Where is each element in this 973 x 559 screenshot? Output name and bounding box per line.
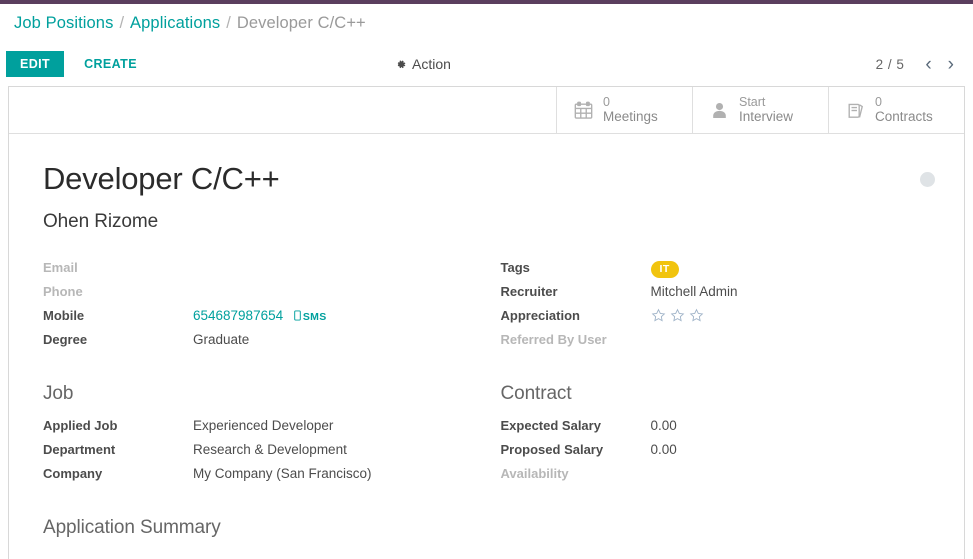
- action-label: Action: [412, 56, 451, 72]
- book-icon: [845, 100, 866, 121]
- field-label-recruiter: Recruiter: [500, 283, 558, 299]
- field-label-tags: Tags: [500, 259, 530, 275]
- breadcrumb-separator: /: [119, 13, 125, 32]
- field-label-applied-job: Applied Job: [43, 417, 118, 433]
- breadcrumb-item-job-positions[interactable]: Job Positions: [14, 14, 113, 33]
- field-value-mobile[interactable]: 654687987654: [193, 308, 283, 323]
- stat-label: Meetings: [603, 109, 658, 125]
- field-label-referred-by-user: Referred By User: [500, 331, 607, 347]
- field-row-availability: Availability: [501, 465, 919, 489]
- field-value-company[interactable]: My Company (San Francisco): [193, 465, 475, 489]
- stat-button-interview[interactable]: Start Interview: [692, 87, 828, 133]
- field-value-expected-salary[interactable]: 0.00: [651, 417, 919, 441]
- field-row-appreciation: Appreciation: [501, 307, 919, 331]
- pager: 2 / 5 ‹ ›: [876, 53, 961, 76]
- mobile-icon: [294, 310, 301, 324]
- chevron-left-icon[interactable]: ‹: [918, 53, 938, 76]
- field-row-phone: Phone: [43, 283, 475, 307]
- gear-icon: [394, 58, 407, 71]
- field-value-recruiter[interactable]: Mitchell Admin: [651, 283, 919, 307]
- stat-value: 0: [875, 95, 882, 110]
- field-value-applied-job[interactable]: Experienced Developer: [193, 417, 475, 441]
- sms-label: SMS: [302, 310, 327, 323]
- field-row-degree: Degree Graduate: [43, 331, 475, 355]
- field-value-proposed-salary[interactable]: 0.00: [651, 441, 919, 465]
- calendar-icon: [573, 100, 594, 121]
- stat-button-contracts[interactable]: 0 Contracts: [828, 87, 964, 133]
- field-label-proposed-salary: Proposed Salary: [500, 441, 604, 457]
- field-row-expected-salary: Expected Salary 0.00: [501, 417, 919, 441]
- field-row-applied-job: Applied Job Experienced Developer: [43, 417, 475, 441]
- field-label-appreciation: Appreciation: [500, 307, 580, 323]
- field-label-expected-salary: Expected Salary: [500, 417, 601, 433]
- control-panel: EDIT CREATE Action 2 / 5 ‹ ›: [0, 42, 973, 86]
- field-label-email: Email: [43, 259, 78, 275]
- application-summary-title: Application Summary: [43, 516, 221, 538]
- field-label-degree: Degree: [43, 331, 88, 347]
- job-contract-groups: Job Applied Job Experienced Developer De…: [43, 383, 930, 489]
- field-label-mobile: Mobile: [43, 307, 85, 323]
- stat-button-row: 0 Meetings Start Interview 0 Contracts: [9, 87, 964, 134]
- field-label-availability: Availability: [500, 465, 569, 481]
- contract-group-title: Contract: [500, 382, 572, 404]
- field-row-email: Email: [43, 259, 475, 283]
- kanban-state-dot-icon[interactable]: [920, 172, 935, 187]
- send-sms-button[interactable]: SMS: [294, 310, 327, 324]
- field-label-phone: Phone: [43, 283, 83, 299]
- record-sheet: 0 Meetings Start Interview 0 Contracts D…: [8, 86, 965, 559]
- breadcrumb-item-current: Developer C/C++: [236, 13, 366, 32]
- page-title: Developer C/C++: [43, 161, 280, 196]
- star-icon[interactable]: [689, 308, 704, 326]
- field-row-proposed-salary: Proposed Salary 0.00: [501, 441, 919, 465]
- field-row-referred-by-user: Referred By User: [501, 331, 919, 355]
- field-row-department: Department Research & Development: [43, 441, 475, 465]
- contract-group: Contract Expected Salary 0.00 Proposed S…: [487, 383, 931, 489]
- contact-group: Email Phone Mobile 654687987654 SMS Degr…: [43, 259, 930, 355]
- stat-label: Contracts: [875, 109, 933, 125]
- field-value-referred-by-user[interactable]: [651, 331, 919, 355]
- stat-label: Interview: [739, 109, 794, 125]
- stat-button-meetings[interactable]: 0 Meetings: [556, 87, 692, 133]
- title-block: Developer C/C++ Ohen Rizome: [43, 160, 935, 233]
- field-row-recruiter: Recruiter Mitchell Admin: [501, 283, 919, 307]
- star-icon[interactable]: [670, 308, 685, 326]
- pager-count: 2 / 5: [875, 56, 905, 72]
- job-group-title: Job: [43, 382, 74, 404]
- field-value-phone[interactable]: [193, 283, 475, 307]
- edit-button[interactable]: EDIT: [6, 50, 65, 78]
- breadcrumb: Job Positions / Applications / Developer…: [0, 4, 973, 42]
- field-row-tags: Tags IT: [501, 259, 919, 283]
- form-body: Developer C/C++ Ohen Rizome Email Phone …: [9, 134, 964, 539]
- contact-right-column: Tags IT Recruiter Mitchell Admin Appreci…: [487, 259, 931, 355]
- field-row-mobile: Mobile 654687987654 SMS: [43, 307, 475, 331]
- appreciation-stars: [651, 308, 704, 326]
- breadcrumb-separator: /: [226, 13, 231, 32]
- field-value-department[interactable]: Research & Development: [193, 441, 475, 465]
- field-label-department: Department: [43, 441, 116, 457]
- create-button[interactable]: CREATE: [72, 51, 149, 78]
- field-value-degree[interactable]: Graduate: [193, 331, 475, 355]
- tag-badge-it[interactable]: IT: [650, 260, 679, 279]
- job-group: Job Applied Job Experienced Developer De…: [43, 383, 487, 489]
- stat-value: Start: [739, 95, 766, 110]
- field-value-email[interactable]: [193, 259, 475, 283]
- field-row-company: Company My Company (San Francisco): [43, 465, 475, 489]
- field-label-company: Company: [43, 465, 103, 481]
- person-icon: [709, 100, 730, 121]
- chevron-right-icon[interactable]: ›: [941, 53, 961, 76]
- breadcrumb-item-applications[interactable]: Applications: [130, 14, 220, 33]
- stat-value: 0: [603, 95, 610, 110]
- star-icon[interactable]: [651, 308, 666, 326]
- action-menu[interactable]: Action: [394, 56, 451, 72]
- contact-left-column: Email Phone Mobile 654687987654 SMS Degr…: [43, 259, 487, 355]
- candidate-name: Ohen Rizome: [43, 210, 159, 232]
- field-value-availability[interactable]: [651, 465, 919, 489]
